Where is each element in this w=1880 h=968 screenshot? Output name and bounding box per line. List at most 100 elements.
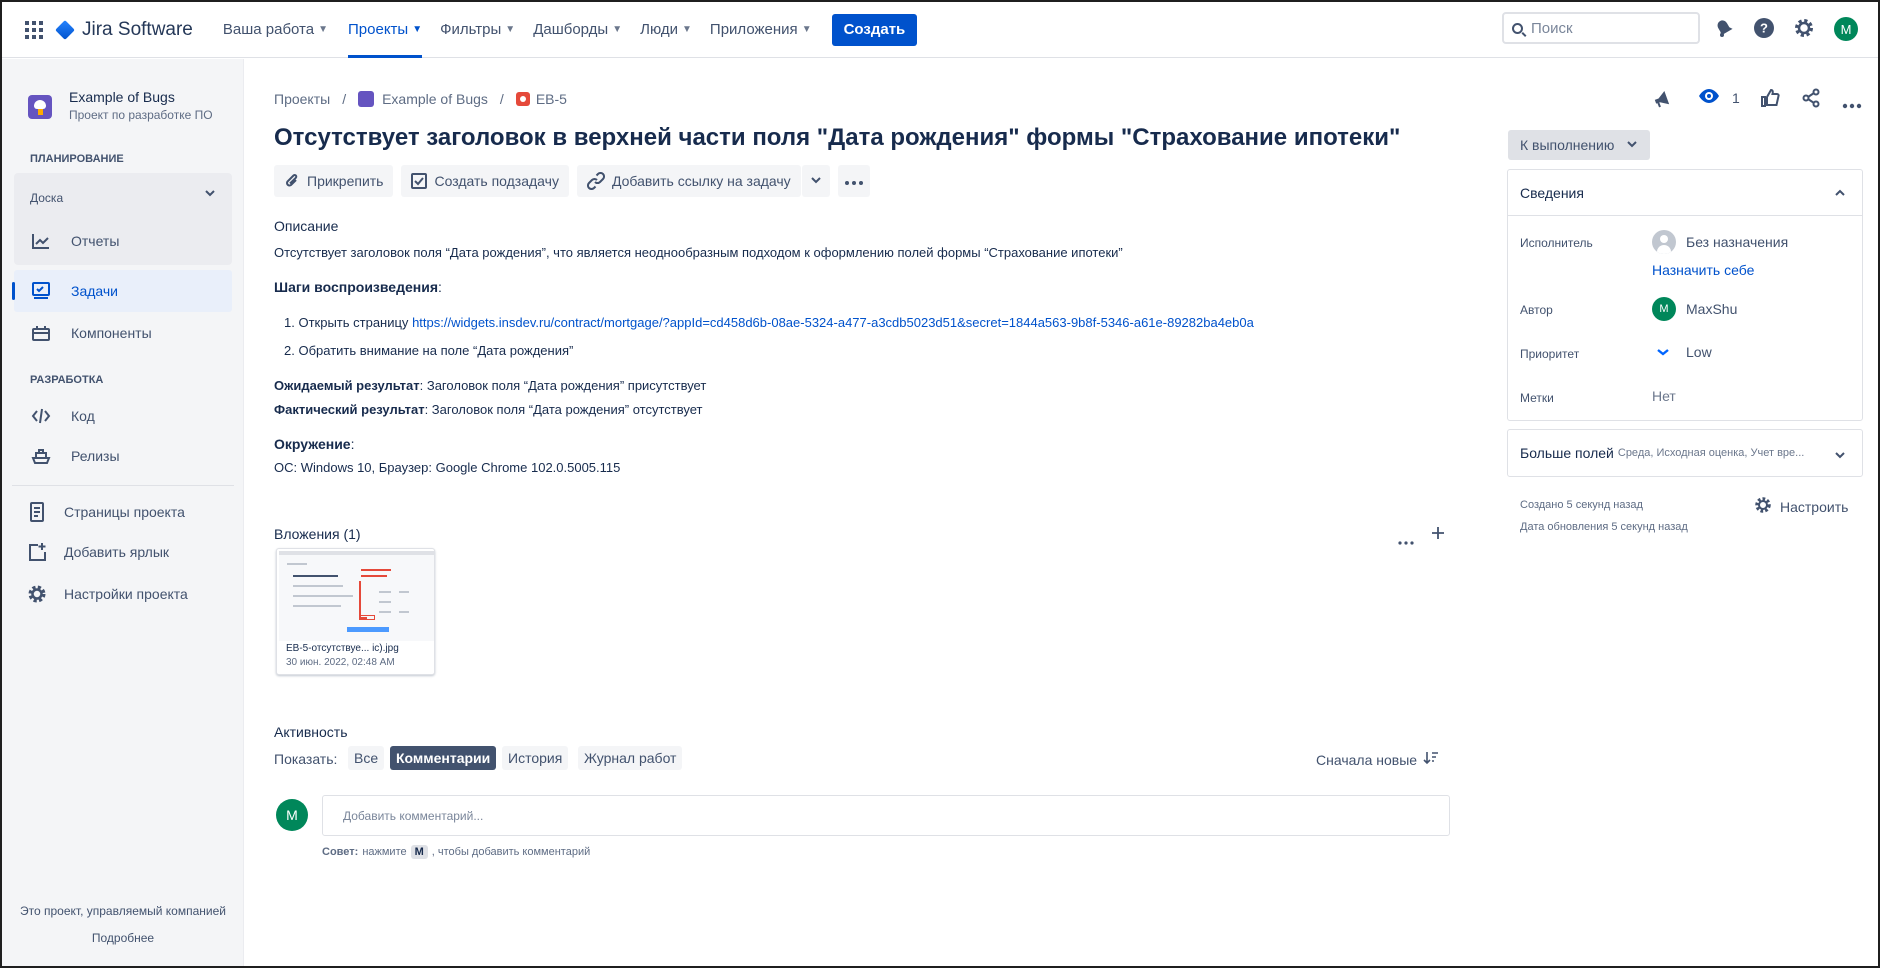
labels-value[interactable]: Нет [1652, 388, 1676, 404]
add-shortcut-icon [26, 541, 48, 563]
notifications-icon[interactable] [1712, 16, 1736, 40]
jira-logo[interactable]: Jira Software [55, 19, 193, 41]
nav-your-work-label: Ваша работа [222, 21, 315, 38]
sidebar-item-label: Отчеты [71, 233, 120, 249]
description-text[interactable]: Отсутствует заголовок поля “Дата рождени… [274, 245, 1123, 260]
learn-more-link[interactable]: Подробнее [2, 931, 244, 945]
sidebar-item-pages[interactable]: Страницы проекта [14, 491, 232, 533]
status-label: К выполнению [1520, 137, 1615, 153]
attachment-card[interactable]: EB-5-отсутствуе... ic).jpg 30 июн. 2022,… [276, 548, 435, 675]
expected-result: Ожидаемый результат: Заголовок поля “Дат… [274, 378, 706, 393]
environment-heading: Окружение: [274, 436, 355, 452]
status-dropdown[interactable]: К выполнению [1508, 130, 1651, 160]
breadcrumb-projects[interactable]: Проекты [274, 91, 330, 107]
created-timestamp: Создано 5 секунд назад [1520, 499, 1643, 511]
nav-projects[interactable]: Проекты ▼ [348, 2, 423, 58]
details-title: Сведения [1520, 184, 1584, 201]
gear-icon [1754, 496, 1772, 517]
issue-toolbar: Прикрепить Создать подзадачу Добавить сс… [274, 165, 870, 197]
sidebar-item-reports[interactable]: Отчеты [14, 220, 232, 262]
share-icon[interactable] [1801, 88, 1821, 111]
sort-order-button[interactable]: Сначала новые [1316, 751, 1439, 768]
priority-low-icon [1656, 344, 1670, 360]
help-icon[interactable]: ? [1752, 16, 1776, 40]
breadcrumb-separator: / [342, 91, 347, 107]
environment-heading-label: Окружение [274, 436, 351, 452]
sidebar-item-components[interactable]: Компоненты [14, 312, 232, 354]
sidebar-item-issues[interactable]: Задачи [12, 270, 232, 312]
toolbar-more-button[interactable] [837, 165, 870, 197]
issue-title[interactable]: Отсутствует заголовок в верхней части по… [274, 124, 1400, 152]
filter-worklog[interactable]: Журнал работ [578, 746, 683, 770]
tip-key: M [410, 845, 428, 859]
breadcrumb: Проекты / Example of Bugs / EB-5 [274, 91, 567, 107]
settings-gear-icon[interactable] [1792, 16, 1816, 40]
widget-url-link[interactable]: https://widgets.insdev.ru/contract/mortg… [412, 315, 1254, 330]
attachments-more-icon[interactable] [1398, 532, 1414, 548]
more-fields-hint: Среда, Исходная оценка, Учет вре... [1617, 447, 1805, 459]
breadcrumb-project[interactable]: Example of Bugs [382, 91, 488, 107]
project-avatar-icon [28, 95, 52, 119]
sidebar-item-settings[interactable]: Настройки проекта [14, 573, 232, 615]
user-avatar[interactable]: M [1834, 17, 1858, 41]
sidebar-item-releases[interactable]: Релизы [14, 435, 232, 477]
priority-field[interactable]: Low [1652, 344, 1712, 360]
project-sidebar: Example of Bugs Проект по разработке ПО … [2, 59, 244, 966]
sidebar-item-add-shortcut[interactable]: Добавить ярлык [14, 531, 232, 573]
chevron-down-icon[interactable] [204, 187, 216, 202]
attachments-heading: Вложения (1) [274, 526, 361, 542]
environment-text: ОС: Windows 10, Браузер: Google Chrome 1… [274, 460, 621, 475]
attach-button[interactable]: Прикрепить [274, 165, 394, 197]
search-icon [1512, 22, 1523, 34]
tip-rest: , чтобы добавить комментарий [431, 846, 591, 858]
details-header[interactable]: Сведения [1508, 170, 1862, 216]
thumbs-up-icon[interactable] [1760, 88, 1780, 111]
nav-your-work[interactable]: Ваша работа ▼ [223, 2, 328, 58]
page-icon [26, 501, 48, 523]
link-dropdown-button[interactable] [801, 165, 830, 197]
ship-icon [30, 445, 52, 467]
filter-history[interactable]: История [502, 746, 569, 770]
assign-to-me-link[interactable]: Назначить себе [1652, 262, 1754, 278]
activity-show-label: Показать: [274, 751, 338, 767]
watch-button[interactable]: 1 [1698, 88, 1740, 107]
megaphone-icon[interactable] [1652, 88, 1674, 113]
reporter-field[interactable]: M MaxShu [1652, 297, 1737, 321]
reporter-label: Автор [1520, 303, 1553, 317]
nav-people[interactable]: Люди ▼ [640, 2, 692, 58]
sidebar-item-label: Код [71, 408, 95, 424]
assignee-field[interactable]: Без назначения [1652, 230, 1788, 254]
search-input[interactable]: Поиск [1502, 12, 1700, 44]
more-actions-icon[interactable] [1842, 96, 1862, 112]
priority-value: Low [1686, 344, 1712, 360]
filter-all[interactable]: Все [348, 746, 385, 770]
unassigned-avatar-icon [1652, 230, 1676, 254]
sidebar-item-label: Добавить ярлык [64, 544, 170, 560]
nav-apps[interactable]: Приложения ▼ [710, 2, 812, 58]
comment-input[interactable]: Добавить комментарий... [322, 795, 1450, 836]
details-panel: Сведения Исполнитель Без назначения Назн… [1507, 169, 1863, 421]
sidebar-item-code[interactable]: Код [14, 395, 232, 437]
project-type: Проект по разработке ПО [69, 108, 213, 122]
steps-heading-label: Шаги воспроизведения [274, 279, 438, 295]
project-header[interactable]: Example of Bugs Проект по разработке ПО [28, 89, 213, 122]
step-1-number: 1. [284, 315, 295, 330]
project-avatar-icon [358, 91, 375, 107]
breadcrumb-issue[interactable]: EB-5 [536, 91, 567, 107]
configure-button[interactable]: Настроить [1754, 496, 1848, 517]
more-fields-panel[interactable]: Больше полей Среда, Исходная оценка, Уче… [1507, 429, 1863, 477]
board-selector[interactable]: Доска [30, 191, 63, 205]
nav-projects-label: Проекты [348, 21, 409, 38]
description-heading: Описание [274, 218, 339, 234]
nav-dashboards[interactable]: Дашборды ▼ [533, 2, 622, 58]
create-button[interactable]: Создать [831, 13, 918, 46]
filter-comments[interactable]: Комментарии [390, 746, 497, 770]
link-issue-button[interactable]: Добавить ссылку на задачу [576, 165, 801, 197]
add-attachment-icon[interactable] [1430, 525, 1446, 544]
nav-people-label: Люди [640, 21, 679, 38]
create-subtask-button[interactable]: Создать подзадачу [401, 165, 569, 197]
app-switcher-icon[interactable] [22, 18, 46, 42]
watch-count: 1 [1732, 89, 1740, 106]
nav-filters[interactable]: Фильтры ▼ [440, 2, 515, 58]
chart-line-icon [30, 230, 52, 252]
